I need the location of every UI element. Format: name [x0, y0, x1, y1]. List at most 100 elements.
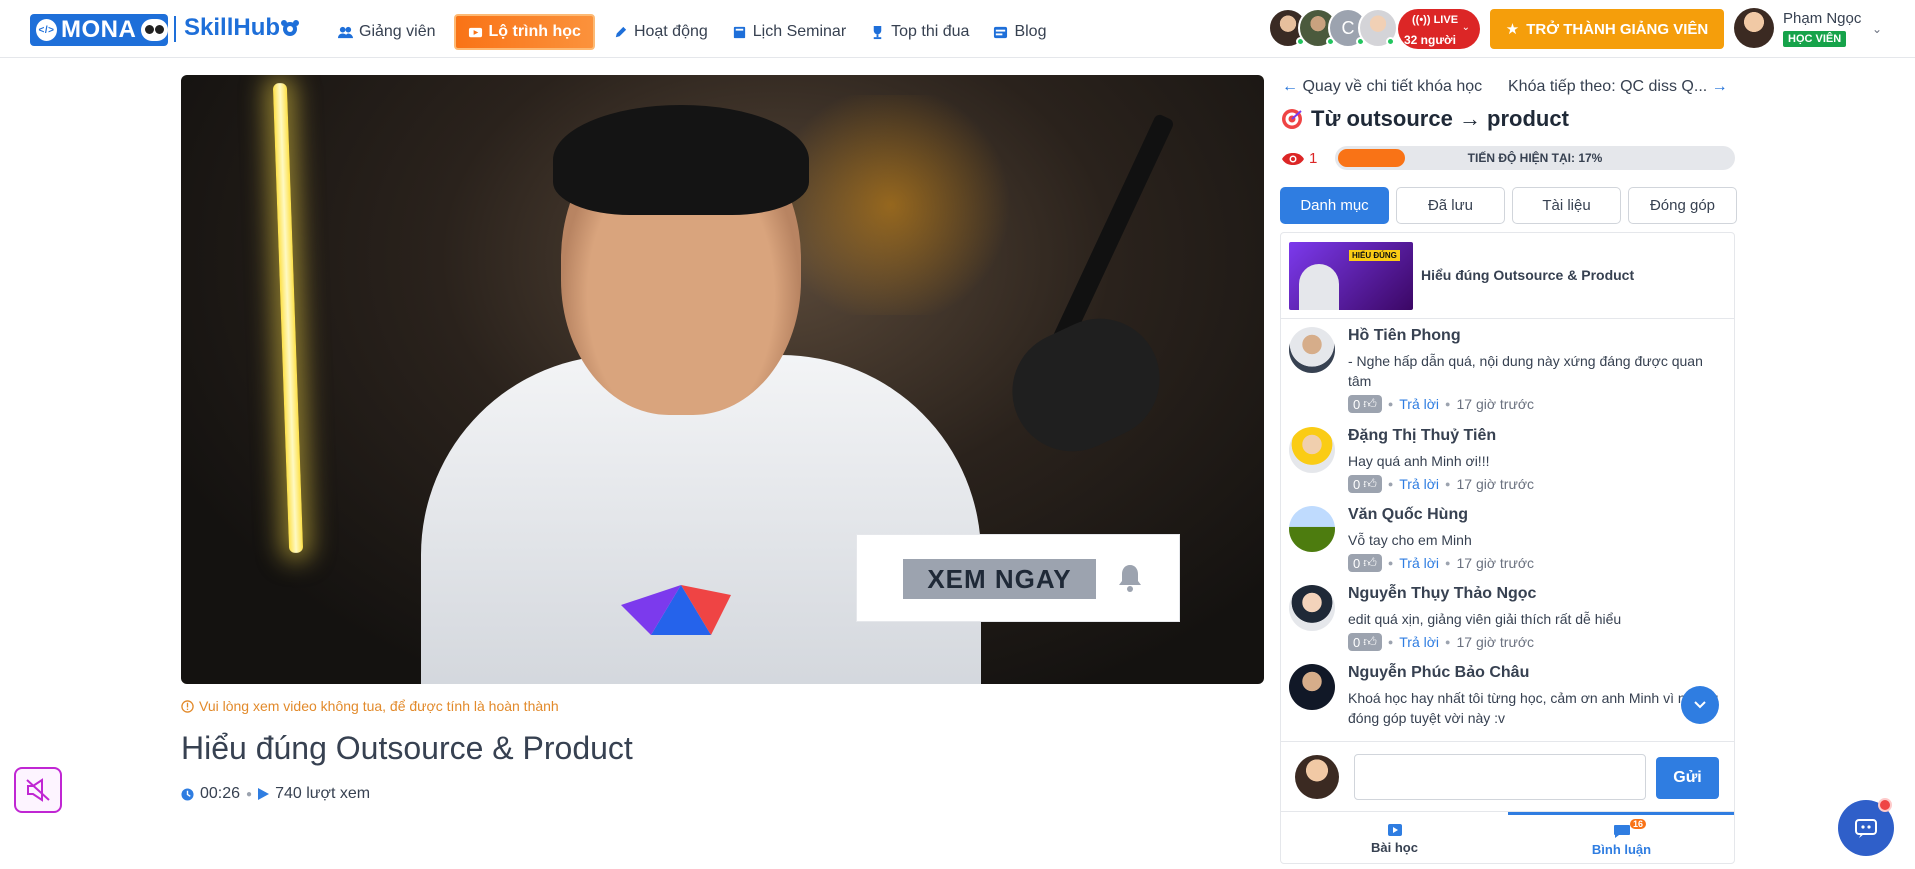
sidebar-panel: HIỂU ĐÚNG Hiểu đúng Outsource & Product … [1280, 232, 1735, 864]
nav-blog[interactable]: Blog [981, 14, 1058, 50]
watch-note: Vui lòng xem video không tua, để được tí… [181, 698, 559, 714]
progress-bar: TIẾN ĐỘ HIỆN TẠI: 17% [1335, 146, 1735, 170]
reply-link[interactable]: Trả lời [1399, 634, 1439, 650]
comment-author[interactable]: Đặng Thị Thuỷ Tiên [1348, 427, 1496, 445]
info-icon [181, 699, 194, 713]
current-lesson-name: Hiểu đúng Outsource & Product [1421, 267, 1635, 283]
meta-separator: ● [246, 788, 253, 800]
chat-icon [1613, 825, 1630, 838]
sidebar-tabs: Danh mục Đã lưu Tài liệu Đóng góp [1280, 187, 1737, 224]
online-users[interactable]: C [1268, 8, 1398, 48]
nav-label: Lịch Seminar [752, 23, 847, 40]
nav-label: Giảng viên [359, 23, 436, 40]
become-instructor-button[interactable]: ★ TRỞ THÀNH GIẢNG VIÊN [1490, 9, 1724, 49]
avatar[interactable] [1289, 585, 1335, 631]
reply-link[interactable]: Trả lời [1399, 396, 1439, 412]
panda-icon [141, 19, 168, 41]
lesson-thumbnail: HIỂU ĐÚNG [1289, 242, 1413, 310]
comment-author[interactable]: Văn Quốc Hùng [1348, 506, 1468, 524]
scroll-down-button[interactable] [1681, 686, 1719, 724]
megaphone-muted-icon [26, 778, 50, 802]
comment-meta: 0 👍︎ ● Trả lời ● 17 giờ trước [1348, 475, 1534, 493]
reply-link[interactable]: Trả lời [1399, 555, 1439, 571]
meta-separator: ● [1445, 479, 1451, 489]
comment-author[interactable]: Hồ Tiên Phong [1348, 327, 1461, 345]
like-button[interactable]: 0 👍︎ [1348, 395, 1382, 413]
viewer-count: 1 [1281, 150, 1317, 167]
bell-icon [1119, 565, 1141, 592]
live-label: ((•)) LIVE [1412, 14, 1458, 26]
like-button[interactable]: 0 👍︎ [1348, 475, 1382, 493]
nav-hoat-dong[interactable]: Hoạt động [601, 14, 720, 50]
thumbnail-tag: HIỂU ĐÚNG [1349, 250, 1400, 261]
avatar[interactable] [1289, 664, 1335, 710]
like-button[interactable]: 0 👍︎ [1348, 633, 1382, 651]
note-text: Vui lòng xem video không tua, để được tí… [199, 698, 559, 714]
nav-lich-seminar[interactable]: Lịch Seminar [720, 14, 858, 50]
nav-giang-vien[interactable]: Giảng viên [326, 14, 448, 50]
comment-time: 17 giờ trước [1456, 634, 1535, 650]
logo-divider [174, 16, 176, 42]
nav-label: Blog [1014, 23, 1047, 40]
live-viewers-button[interactable]: ((•)) LIVE 32 người ⌄ [1398, 9, 1480, 49]
next-course-link[interactable]: Khóa tiếp theo: QC diss Q... → [1508, 78, 1728, 96]
video-player[interactable]: XEM NGAY [181, 75, 1264, 684]
comment-input[interactable] [1354, 754, 1646, 800]
like-count: 0 [1353, 476, 1361, 492]
tab-da-luu[interactable]: Đã lưu [1396, 187, 1505, 224]
comment-text: - Nghe hấp dẫn quá, nội dung này xứng đá… [1348, 353, 1703, 389]
comment-item: Đặng Thị Thuỷ Tiên Hay quá anh Minh ơi!!… [1289, 427, 1729, 497]
like-count: 0 [1353, 396, 1361, 412]
nav-label: Lộ trình học [488, 23, 581, 40]
nav-top-thi-dua[interactable]: Top thi đua [858, 14, 981, 50]
top-header: </> MONA SkillHub Giảng viên Lộ trình họ… [0, 0, 1915, 58]
avatar[interactable] [1289, 427, 1335, 473]
tab-tai-lieu[interactable]: Tài liệu [1512, 187, 1621, 224]
viewer-count-value: 1 [1309, 150, 1318, 167]
mona-logo[interactable]: </> MONA [30, 14, 168, 46]
current-lesson-item[interactable]: HIỂU ĐÚNG Hiểu đúng Outsource & Product [1281, 233, 1734, 319]
chevron-down-icon[interactable]: ⌄ [1872, 22, 1882, 36]
nav-label: Hoạt động [633, 23, 708, 40]
mute-announcement-button[interactable] [14, 767, 62, 813]
comment-time: 17 giờ trước [1456, 476, 1535, 492]
skillhub-logo[interactable]: SkillHub [184, 14, 280, 42]
reply-link[interactable]: Trả lời [1399, 476, 1439, 492]
meta-separator: ● [1445, 637, 1451, 647]
comment-author[interactable]: Nguyễn Thụy Thảo Ngọc [1348, 585, 1536, 603]
thumbs-up-icon: 👍︎ [1363, 396, 1377, 411]
like-count: 0 [1353, 634, 1361, 650]
user-name[interactable]: Phạm Ngọc [1783, 10, 1861, 27]
tab-label: Bài học [1371, 840, 1418, 855]
comment-meta: 0 👍︎ ● Trả lời ● 17 giờ trước [1348, 554, 1534, 572]
live-dot-icon: ((•)) [1412, 14, 1431, 26]
comment-item: Nguyễn Thụy Thảo Ngọc edit quá xịn, giản… [1289, 585, 1729, 655]
comment-item: Văn Quốc Hùng Vỗ tay cho em Minh 0 👍︎ ● T… [1289, 506, 1729, 576]
comment-list[interactable]: Hồ Tiên Phong - Nghe hấp dẫn quá, nội du… [1281, 319, 1734, 739]
tab-danh-muc[interactable]: Danh mục [1280, 187, 1389, 224]
comment-time: 17 giờ trước [1456, 396, 1535, 412]
tab-label: Bình luận [1591, 842, 1652, 857]
meta-separator: ● [1387, 479, 1394, 489]
back-to-course-link[interactable]: ← Quay về chi tiết khóa học [1282, 78, 1482, 96]
comment-author[interactable]: Nguyễn Phúc Bảo Châu [1348, 664, 1529, 682]
chevron-down-icon: ⌄ [1461, 22, 1470, 33]
avatar[interactable] [1289, 327, 1335, 373]
support-chat-button[interactable] [1838, 798, 1894, 856]
clock-icon [181, 787, 194, 801]
meta-separator: ● [1445, 399, 1451, 409]
like-button[interactable]: 0 👍︎ [1348, 554, 1382, 572]
avatar[interactable] [1289, 506, 1335, 552]
video-icon [468, 27, 482, 37]
xem-ngay-button[interactable]: XEM NGAY [903, 559, 1096, 599]
tab-binh-luan[interactable]: 16 Bình luận [1508, 812, 1734, 863]
user-avatar[interactable] [1734, 8, 1774, 48]
comment-count-badge: 16 [1630, 819, 1647, 829]
live-text: LIVE [1433, 14, 1459, 26]
tab-dong-gop[interactable]: Đóng góp [1628, 187, 1737, 224]
progress-label: TIẾN ĐỘ HIỆN TẠI: 17% [1467, 151, 1603, 165]
lesson-meta: 00:26 ● 740 lượt xem [181, 785, 370, 803]
tab-bai-hoc[interactable]: Bài học [1281, 812, 1508, 863]
send-button[interactable]: Gửi [1656, 757, 1719, 799]
nav-lo-trinh-hoc[interactable]: Lộ trình học [453, 14, 595, 50]
